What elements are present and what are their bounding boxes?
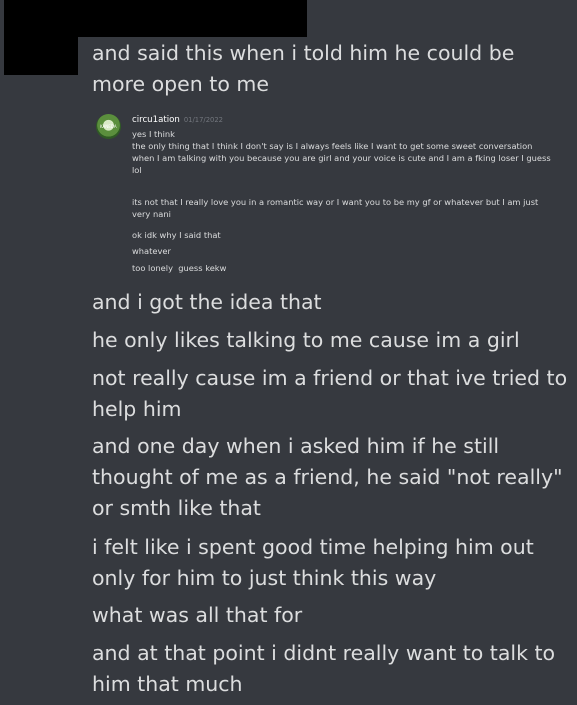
redaction-block-left: [4, 0, 78, 75]
message-5: and one day when i asked him if he still…: [92, 434, 570, 520]
embedded-message: KANEDA circu1ation 01/17/2022 yes I think…: [96, 112, 566, 282]
avatar[interactable]: KANEDA: [96, 114, 121, 139]
message-6: i felt like i spent good time helping hi…: [92, 535, 541, 590]
embed-line: its not that I really love you in a roma…: [132, 197, 541, 219]
message-2: and i got the idea that: [92, 290, 322, 314]
embed-line: too lonely guess kekw: [132, 263, 227, 273]
redaction-block-top: [78, 0, 307, 37]
embed-line: whatever: [132, 246, 171, 256]
embed-line: ok idk why I said that: [132, 230, 221, 240]
embed-header: circu1ation 01/17/2022: [132, 115, 223, 126]
message-3: he only likes talking to me cause im a g…: [92, 328, 520, 352]
message-7: what was all that for: [92, 603, 303, 627]
avatar-text: KANEDA: [100, 124, 117, 129]
embed-username[interactable]: circu1ation: [132, 115, 180, 125]
embed-date: 01/17/2022: [183, 116, 224, 124]
message-8: and at that point i didnt really want to…: [92, 641, 562, 696]
embed-line: yes I think: [132, 129, 175, 139]
message-4: not really cause im a friend or that ive…: [92, 366, 574, 421]
embed-line: the only thing that I think I don't say …: [132, 141, 554, 175]
message-1: and said this when i told him he could b…: [92, 41, 521, 96]
